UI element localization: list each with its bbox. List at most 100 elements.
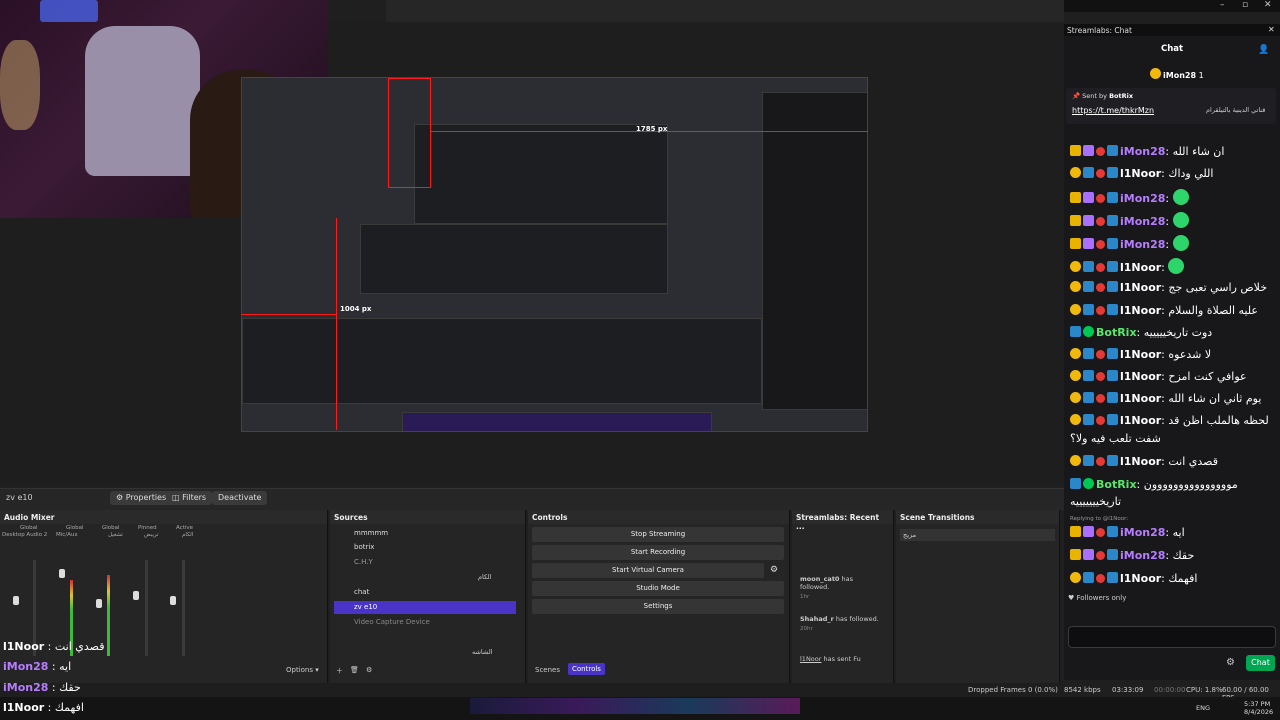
taskbar-apps — [470, 698, 800, 714]
chat-username[interactable]: iMon28 — [1120, 238, 1165, 251]
emote-icon — [1172, 189, 1189, 205]
tab-controls[interactable]: Controls — [568, 663, 605, 675]
red-badge-icon — [1096, 551, 1105, 560]
chat-username[interactable]: iMon28 — [1120, 192, 1165, 205]
chat-message: iMon28: ان شاء الله — [1070, 144, 1270, 159]
start-virtual-camera-button[interactable]: Start Virtual Camera — [532, 563, 764, 578]
red-badge-icon — [1096, 194, 1105, 203]
emote-icon — [1172, 235, 1189, 251]
chat-message: l1Noor: افهمك — [1070, 571, 1270, 586]
studio-mode-button[interactable]: Studio Mode — [532, 581, 784, 596]
chat-message: iMon28: حقك — [1070, 548, 1270, 563]
transition-select[interactable]: مزيج — [900, 529, 1055, 541]
chat-username[interactable]: iMon28 — [1120, 145, 1165, 158]
properties-button[interactable]: ⚙ Properties — [110, 491, 173, 505]
chat-username[interactable]: l1Noor — [1120, 572, 1161, 585]
stop-streaming-button[interactable]: Stop Streaming — [532, 527, 784, 542]
meter — [182, 560, 185, 656]
chat-text: اللي وداك — [1168, 167, 1214, 180]
chat-username[interactable]: iMon28 — [1120, 526, 1165, 539]
source-right-label-2: الشاشه — [472, 648, 493, 656]
chat-username[interactable]: l1Noor — [1120, 370, 1161, 383]
start-recording-button[interactable]: Start Recording — [532, 545, 784, 560]
circ-badge-icon — [1070, 167, 1081, 178]
chat-username[interactable]: l1Noor — [1120, 261, 1161, 274]
language-indicator[interactable]: ENG — [1196, 704, 1210, 712]
minimize-icon[interactable]: – — [1220, 0, 1225, 10]
chat-username[interactable]: l1Noor — [1120, 455, 1161, 468]
chat-username[interactable]: iMon28 — [1120, 215, 1165, 228]
pinned-hype: iMon28 1 — [1150, 68, 1204, 80]
chat-username[interactable]: l1Noor — [1120, 414, 1161, 427]
gear-icon[interactable]: ⚙ — [366, 666, 372, 674]
blue-badge-icon — [1107, 348, 1118, 359]
chat-username[interactable]: l1Noor — [1120, 392, 1161, 405]
chat-username[interactable]: l1Noor — [1120, 348, 1161, 361]
chat-username[interactable]: l1Noor — [1120, 304, 1161, 317]
chat-username[interactable]: l1Noor — [1120, 281, 1161, 294]
source-row[interactable]: C.H.Y — [334, 556, 516, 569]
gear-icon[interactable]: ⚙ — [770, 565, 778, 575]
close-icon[interactable]: ✕ — [1264, 0, 1272, 10]
circ-badge-icon — [1070, 572, 1081, 583]
sources-title: Sources — [330, 510, 525, 524]
chat-window-title: Streamlabs: Chat — [1064, 24, 1280, 36]
pinned-link[interactable]: https://t.me/thkrMzn — [1072, 106, 1154, 115]
source-row-selected[interactable]: zv e10 — [334, 601, 516, 614]
red-badge-icon — [1096, 350, 1105, 359]
chat-text: حقك — [1172, 549, 1195, 562]
source-row[interactable] — [334, 631, 516, 644]
chat-message: تاريخيييييييه — [1070, 494, 1270, 509]
chat-username[interactable]: l1Noor — [1120, 167, 1161, 180]
nested-docks — [242, 318, 762, 404]
filters-button[interactable]: ◫ Filters — [166, 491, 213, 505]
chat-username[interactable]: BotRix — [1096, 478, 1137, 491]
chat-text: مووووووووووووووون — [1143, 478, 1238, 491]
mixer-options-button[interactable]: Options ▾ — [286, 666, 319, 674]
source-row[interactable]: Video Capture Device — [334, 616, 516, 629]
red-badge-icon — [1096, 169, 1105, 178]
maximize-icon[interactable]: ▫ — [1242, 0, 1248, 10]
volume-fader[interactable] — [133, 591, 139, 600]
chat-message: iMon28: — [1070, 235, 1270, 252]
chat-message: شفت تلعب فيه ولا؟ — [1070, 431, 1270, 446]
overlay-username: iMon28 — [3, 681, 49, 694]
sub-badge-icon — [1083, 192, 1094, 203]
chat-send-button[interactable]: Chat — [1246, 655, 1275, 671]
nested-preview — [360, 224, 668, 294]
chat-message: l1Noor: اللي وداك — [1070, 166, 1270, 181]
deactivate-button[interactable]: Deactivate — [212, 491, 268, 505]
overlay-chat-message: iMon28 : حقك — [3, 681, 81, 695]
users-icon[interactable]: 👤 — [1258, 45, 1269, 55]
chat-message: iMon28: — [1070, 189, 1270, 206]
volume-fader[interactable] — [170, 596, 176, 605]
chat-input[interactable] — [1068, 626, 1276, 648]
tab-scenes[interactable]: Scenes — [535, 666, 560, 674]
scene-transitions-title: Scene Transitions — [896, 510, 1059, 524]
window-controls: – ▫ ✕ — [1064, 0, 1280, 12]
sub-badge-icon — [1083, 526, 1094, 537]
overlay-text: : قصدي انت — [44, 640, 105, 653]
source-row[interactable]: chat — [334, 586, 516, 599]
close-icon[interactable]: ✕ — [1268, 25, 1275, 34]
sub-badge-icon — [1083, 145, 1094, 156]
volume-fader[interactable] — [13, 596, 19, 605]
circ-badge-icon — [1070, 414, 1081, 425]
chat-username[interactable]: iMon28 — [1120, 549, 1165, 562]
source-row[interactable]: mmmmm — [334, 527, 516, 540]
crown-badge-icon — [1070, 549, 1081, 560]
blue-badge-icon — [1107, 572, 1118, 583]
chat-text: ايه — [1172, 526, 1185, 539]
add-source-icon[interactable]: ＋ — [336, 666, 343, 676]
blue-badge-icon — [1107, 526, 1118, 537]
gear-icon[interactable]: ⚙ — [1226, 657, 1235, 668]
chat-username[interactable]: BotRix — [1096, 326, 1137, 339]
trash-icon[interactable]: 🗑 — [350, 666, 359, 674]
volume-fader[interactable] — [59, 569, 65, 578]
source-row[interactable]: botrix — [334, 541, 516, 554]
cpu-usage: CPU: 1.8% — [1186, 686, 1223, 694]
volume-fader[interactable] — [96, 599, 102, 608]
lamp — [0, 40, 40, 130]
settings-button[interactable]: Settings — [532, 599, 784, 614]
chat-separator: : — [1165, 215, 1173, 228]
